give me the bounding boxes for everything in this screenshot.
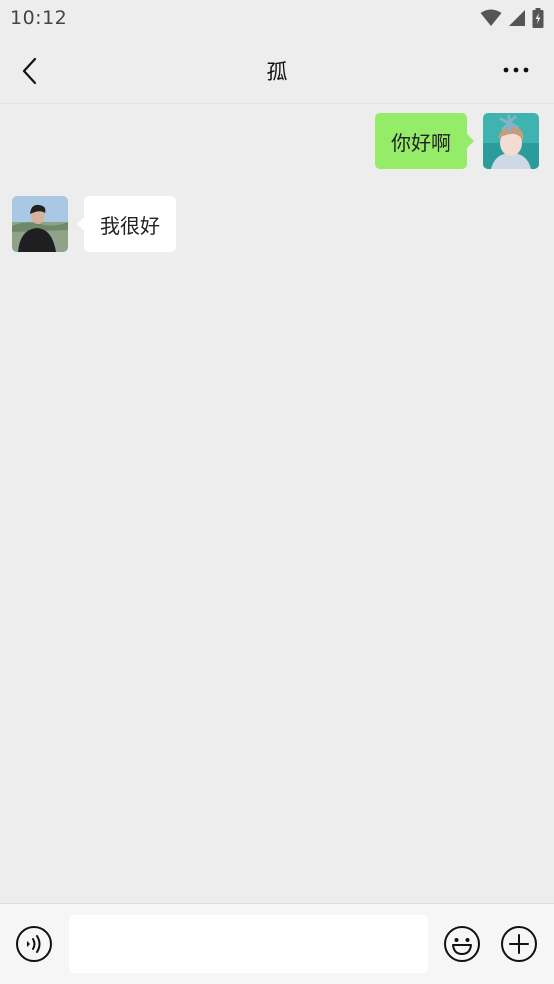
message-input[interactable] xyxy=(69,915,428,973)
status-icons xyxy=(480,8,544,28)
battery-icon xyxy=(532,8,544,28)
plus-circle-icon xyxy=(501,926,537,962)
voice-icon xyxy=(16,926,52,962)
more-horizontal-icon xyxy=(503,67,529,73)
bubble-tail xyxy=(77,217,84,231)
cellular-signal-icon xyxy=(509,10,525,26)
bubble-tail xyxy=(467,134,474,148)
message-text: 你好啊 xyxy=(391,130,451,155)
message-bubble-outgoing[interactable]: 你好啊 xyxy=(375,113,467,169)
message-text: 我很好 xyxy=(100,213,160,238)
emoji-icon xyxy=(444,926,480,962)
girl-avatar[interactable] xyxy=(483,113,539,169)
add-button[interactable] xyxy=(499,924,539,964)
boy-avatar[interactable] xyxy=(12,196,68,252)
avatar-image xyxy=(12,196,68,252)
chat-title: 孤 xyxy=(266,60,288,84)
status-bar: 10:12 xyxy=(0,0,554,36)
emoji-button[interactable] xyxy=(442,924,482,964)
wifi-icon xyxy=(480,9,502,26)
avatar-image xyxy=(483,113,539,169)
message-outgoing: 你好啊 xyxy=(0,113,554,169)
voice-button[interactable] xyxy=(14,924,54,964)
more-button[interactable] xyxy=(500,56,532,84)
message-incoming: 我很好 xyxy=(0,196,554,252)
chat-header: 孤 xyxy=(0,36,554,104)
message-bubble-incoming[interactable]: 我很好 xyxy=(84,196,176,252)
status-time: 10:12 xyxy=(10,7,68,29)
input-bar xyxy=(0,903,554,984)
